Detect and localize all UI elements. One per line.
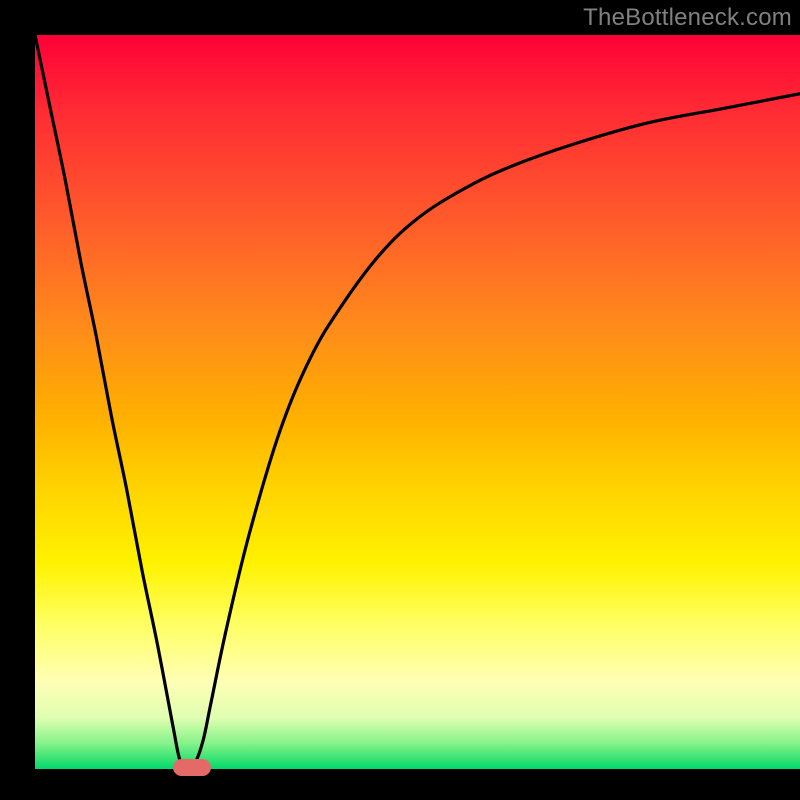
plot-area [35,35,800,769]
minimum-marker [173,759,211,776]
chart-container: TheBottleneck.com [0,0,800,800]
line-series [35,35,800,769]
watermark-text: TheBottleneck.com [583,4,792,32]
